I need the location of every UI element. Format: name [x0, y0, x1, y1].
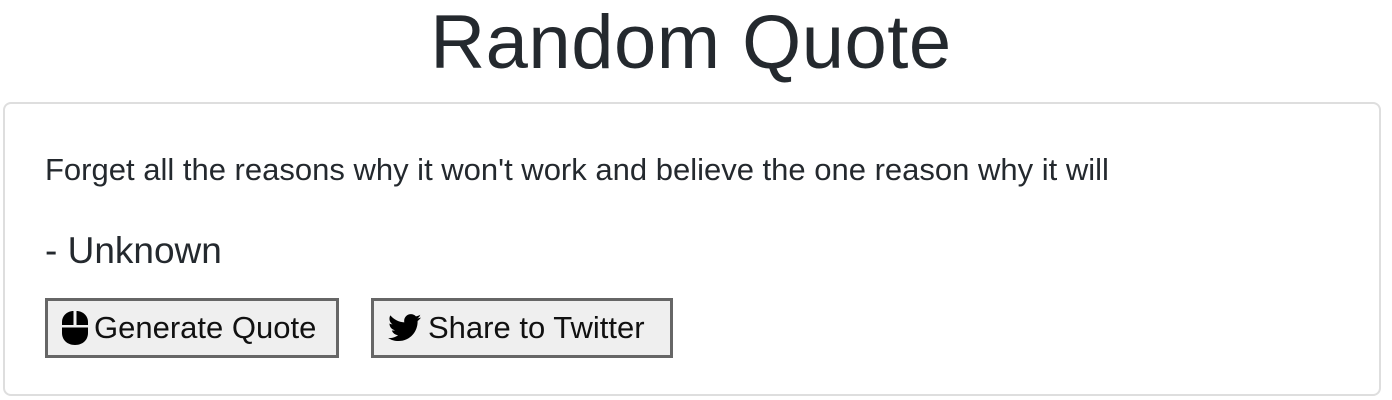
share-twitter-label: Share to Twitter	[428, 310, 645, 345]
quote-page: Random Quote Forget all the reasons why …	[0, 0, 1392, 400]
page-title: Random Quote	[430, 0, 952, 85]
quote-author: - Unknown	[45, 230, 222, 271]
quote-text: Forget all the reasons why it won't work…	[45, 152, 1109, 187]
generate-quote-label: Generate Quote	[94, 310, 317, 345]
share-twitter-button[interactable]: Share to Twitter	[371, 298, 673, 358]
quote-card: Forget all the reasons why it won't work…	[3, 102, 1381, 396]
generate-quote-button[interactable]: Generate Quote	[45, 298, 339, 358]
mouse-icon	[62, 311, 88, 345]
twitter-icon	[388, 314, 422, 342]
